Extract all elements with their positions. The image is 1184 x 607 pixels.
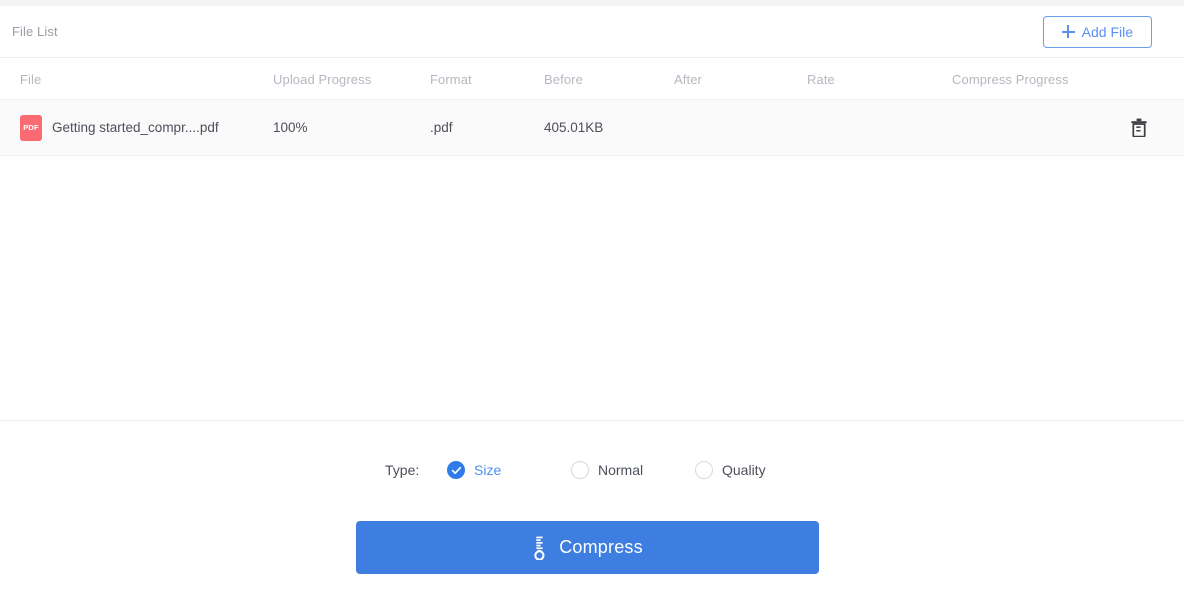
radio-label-normal: Normal (598, 462, 644, 478)
column-header-format: Format (430, 71, 472, 87)
panel-header: File List Add File (0, 6, 1184, 58)
delete-file-button[interactable] (1125, 114, 1153, 142)
cell-format: .pdf (430, 120, 453, 135)
cell-action (1094, 114, 1184, 142)
compress-button[interactable]: Compress (356, 521, 819, 574)
radio-option-quality[interactable]: Quality (695, 461, 805, 479)
column-header-upload-progress: Upload Progress (273, 71, 372, 87)
compress-controls: Type: Size Normal Quality Compress (0, 420, 1184, 607)
cell-before: 405.01KB (544, 120, 604, 135)
radio-checked-icon (447, 461, 465, 479)
column-header-before: Before (544, 71, 583, 87)
column-header-compress-progress: Compress Progress (952, 71, 1069, 87)
column-header-after: After (674, 71, 702, 87)
radio-label-quality: Quality (722, 462, 766, 478)
file-name: Getting started_compr....pdf (52, 120, 219, 135)
compress-icon (534, 536, 545, 560)
radio-option-size[interactable]: Size (447, 461, 571, 479)
check-icon (451, 466, 461, 474)
add-file-label: Add File (1081, 23, 1133, 40)
trash-icon (1131, 118, 1147, 137)
plus-icon (1061, 25, 1075, 38)
column-header-file: File (20, 71, 42, 87)
column-header-rate: Rate (807, 71, 835, 87)
type-label: Type: (385, 462, 420, 478)
file-compress-app: File List Add File File Upload Progress … (0, 0, 1184, 607)
radio-unchecked-icon (695, 461, 713, 479)
type-selector-row: Type: Size Normal Quality (0, 461, 1184, 479)
radio-option-normal[interactable]: Normal (571, 461, 695, 479)
cell-upload-progress: 100% (273, 120, 308, 135)
radio-unchecked-icon (571, 461, 589, 479)
table-header-row: File Upload Progress Format Before After… (0, 59, 1184, 100)
page-title: File List (12, 24, 58, 39)
add-file-button[interactable]: Add File (1042, 15, 1152, 48)
radio-label-size: Size (474, 462, 502, 478)
cell-file: PDF Getting started_compr....pdf (0, 114, 273, 141)
pdf-file-icon: PDF (20, 114, 42, 141)
table-row[interactable]: PDF Getting started_compr....pdf 100% .p… (0, 100, 1184, 156)
compress-button-label: Compress (559, 537, 643, 557)
